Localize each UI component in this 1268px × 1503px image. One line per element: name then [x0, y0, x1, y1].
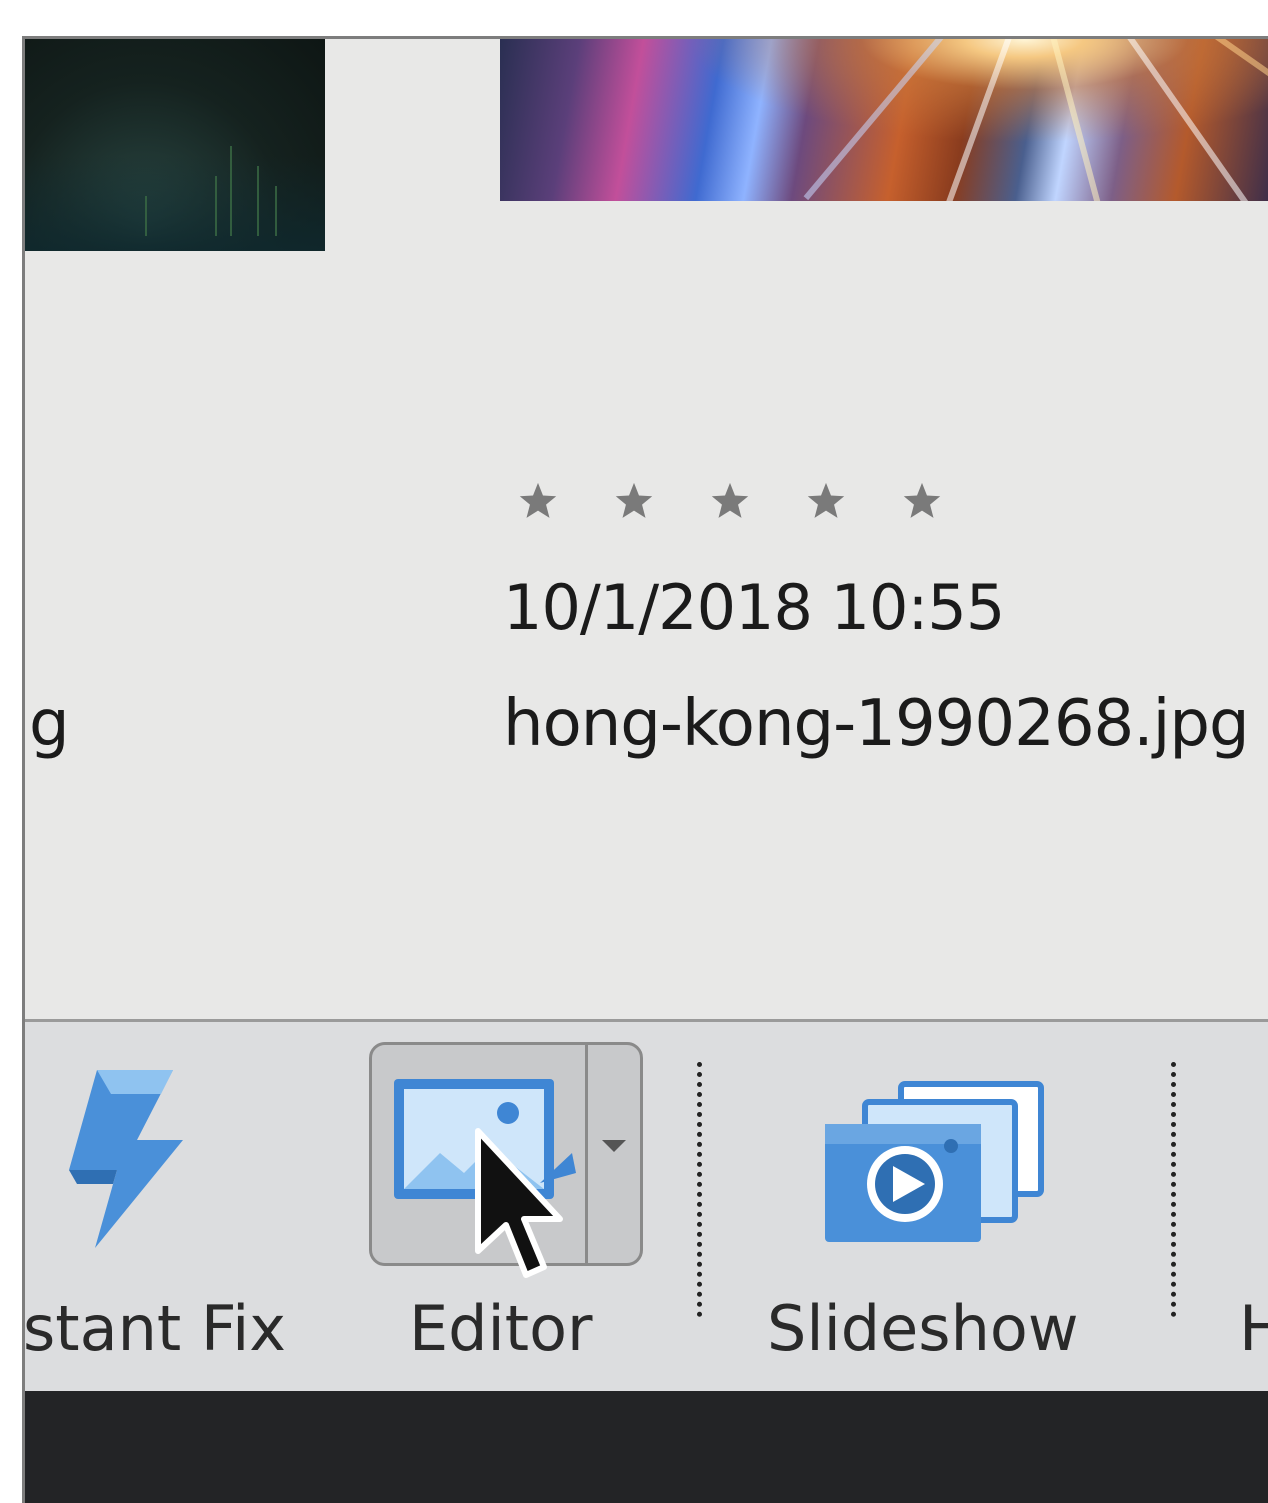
- slideshow-icon[interactable]: [821, 1080, 1051, 1248]
- thumbnail-streak: [215, 176, 217, 236]
- star-icon[interactable]: [899, 479, 945, 525]
- thumbnail-streak: [257, 166, 259, 236]
- star-icon[interactable]: [611, 479, 657, 525]
- editor-button-divider: [585, 1045, 588, 1263]
- thumbnail-ray: [803, 39, 976, 201]
- photo-filename: hong-kong-1990268.jpg: [503, 687, 1250, 761]
- star-icon[interactable]: [707, 479, 753, 525]
- photo-datetime: 10/1/2018 10:55: [503, 571, 1005, 644]
- photo-thumbnail-left[interactable]: [25, 39, 325, 251]
- photo-thumbnail-hong-kong[interactable]: [500, 39, 1268, 201]
- lightning-bolt-icon[interactable]: [55, 1062, 195, 1252]
- thumbnail-streak: [275, 186, 277, 236]
- chevron-down-icon[interactable]: [602, 1140, 626, 1152]
- thumbnail-ray: [931, 39, 1026, 201]
- thumbnail-streak: [230, 146, 232, 236]
- toolbar-separator: [1171, 1062, 1176, 1317]
- star-rating[interactable]: [515, 479, 945, 525]
- slideshow-label[interactable]: Slideshow: [767, 1292, 1079, 1365]
- thumbnail-ray: [1161, 39, 1268, 151]
- organizer-window: 10/1/2018 10:55 g hong-kong-1990268.jpg …: [22, 36, 1268, 1503]
- star-icon[interactable]: [803, 479, 849, 525]
- thumbnail-streak: [145, 196, 147, 236]
- star-icon[interactable]: [515, 479, 561, 525]
- status-bar: [25, 1391, 1268, 1503]
- photo-filename-left: g: [29, 687, 70, 761]
- bottom-toolbar: stant Fix Editor Slideshow: [25, 1019, 1268, 1391]
- instant-fix-label[interactable]: stant Fix: [25, 1292, 286, 1365]
- editor-label[interactable]: Editor: [409, 1292, 593, 1365]
- next-tool-label[interactable]: H: [1239, 1292, 1268, 1365]
- thumbnail-ray: [1100, 39, 1255, 201]
- thumbnail-ray: [1040, 39, 1114, 201]
- toolbar-separator: [697, 1062, 702, 1317]
- mouse-pointer-icon: [475, 1128, 563, 1278]
